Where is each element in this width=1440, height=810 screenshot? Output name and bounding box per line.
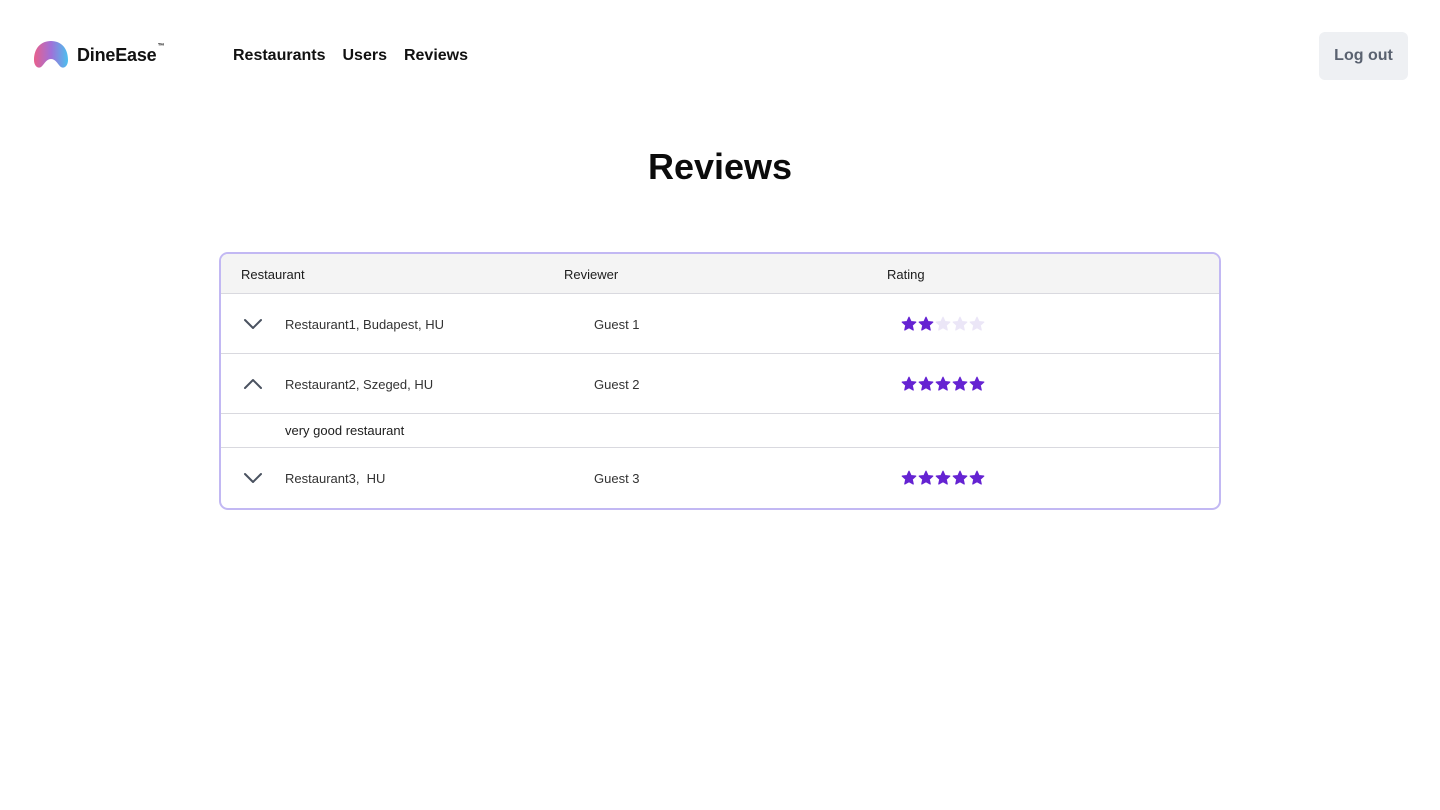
main-nav: Restaurants Users Reviews	[233, 44, 468, 68]
chevron-down-icon[interactable]	[243, 316, 263, 332]
star-icon	[918, 316, 934, 331]
star-icon	[901, 316, 917, 331]
star-icon	[935, 376, 951, 391]
star-icon	[969, 316, 985, 331]
restaurant-cell: Restaurant2, Szeged, HU	[285, 377, 434, 392]
column-header-reviewer[interactable]: Reviewer	[564, 267, 618, 282]
review-detail-row: very good restaurant	[221, 414, 1219, 448]
table-header: Restaurant Reviewer Rating	[221, 254, 1219, 294]
reviewer-cell: Guest 3	[594, 471, 640, 486]
brand-logo-icon	[34, 41, 68, 68]
top-header: DineEase ™ Restaurants Users Reviews Log…	[0, 0, 1440, 112]
star-icon	[901, 376, 917, 391]
star-icon	[952, 470, 968, 485]
rating-stars	[901, 470, 985, 486]
star-icon	[969, 470, 985, 485]
table-row: Restaurant3, HU Guest 3	[221, 448, 1219, 508]
restaurant-cell: Restaurant1, Budapest, HU	[285, 317, 444, 332]
trademark-mark: ™	[157, 42, 165, 50]
nav-link-users[interactable]: Users	[342, 44, 386, 68]
page-title: Reviews	[647, 146, 793, 187]
column-header-restaurant[interactable]: Restaurant	[241, 267, 305, 282]
star-icon	[901, 470, 917, 485]
reviews-table: Restaurant Reviewer Rating Restaurant1, …	[219, 252, 1221, 510]
column-header-rating[interactable]: Rating	[887, 267, 925, 282]
table-row: Restaurant2, Szeged, HU Guest 2	[221, 354, 1219, 414]
rating-stars	[901, 316, 985, 332]
reviewer-cell: Guest 1	[594, 317, 640, 332]
chevron-up-icon[interactable]	[243, 376, 263, 392]
restaurant-cell: Restaurant3, HU	[285, 471, 386, 486]
brand-name: DineEase	[77, 44, 157, 65]
review-comment: very good restaurant	[285, 423, 405, 438]
nav-link-reviews[interactable]: Reviews	[404, 44, 468, 68]
logout-button[interactable]: Log out	[1319, 32, 1408, 80]
star-icon	[969, 376, 985, 391]
star-icon	[935, 470, 951, 485]
star-icon	[918, 376, 934, 391]
chevron-down-icon[interactable]	[243, 470, 263, 486]
nav-link-restaurants[interactable]: Restaurants	[233, 44, 325, 68]
table-row: Restaurant1, Budapest, HU Guest 1	[221, 294, 1219, 354]
star-icon	[952, 376, 968, 391]
reviewer-cell: Guest 2	[594, 377, 640, 392]
star-icon	[952, 316, 968, 331]
star-icon	[935, 316, 951, 331]
rating-stars	[901, 376, 985, 392]
brand[interactable]: DineEase ™	[33, 40, 164, 70]
star-icon	[918, 470, 934, 485]
